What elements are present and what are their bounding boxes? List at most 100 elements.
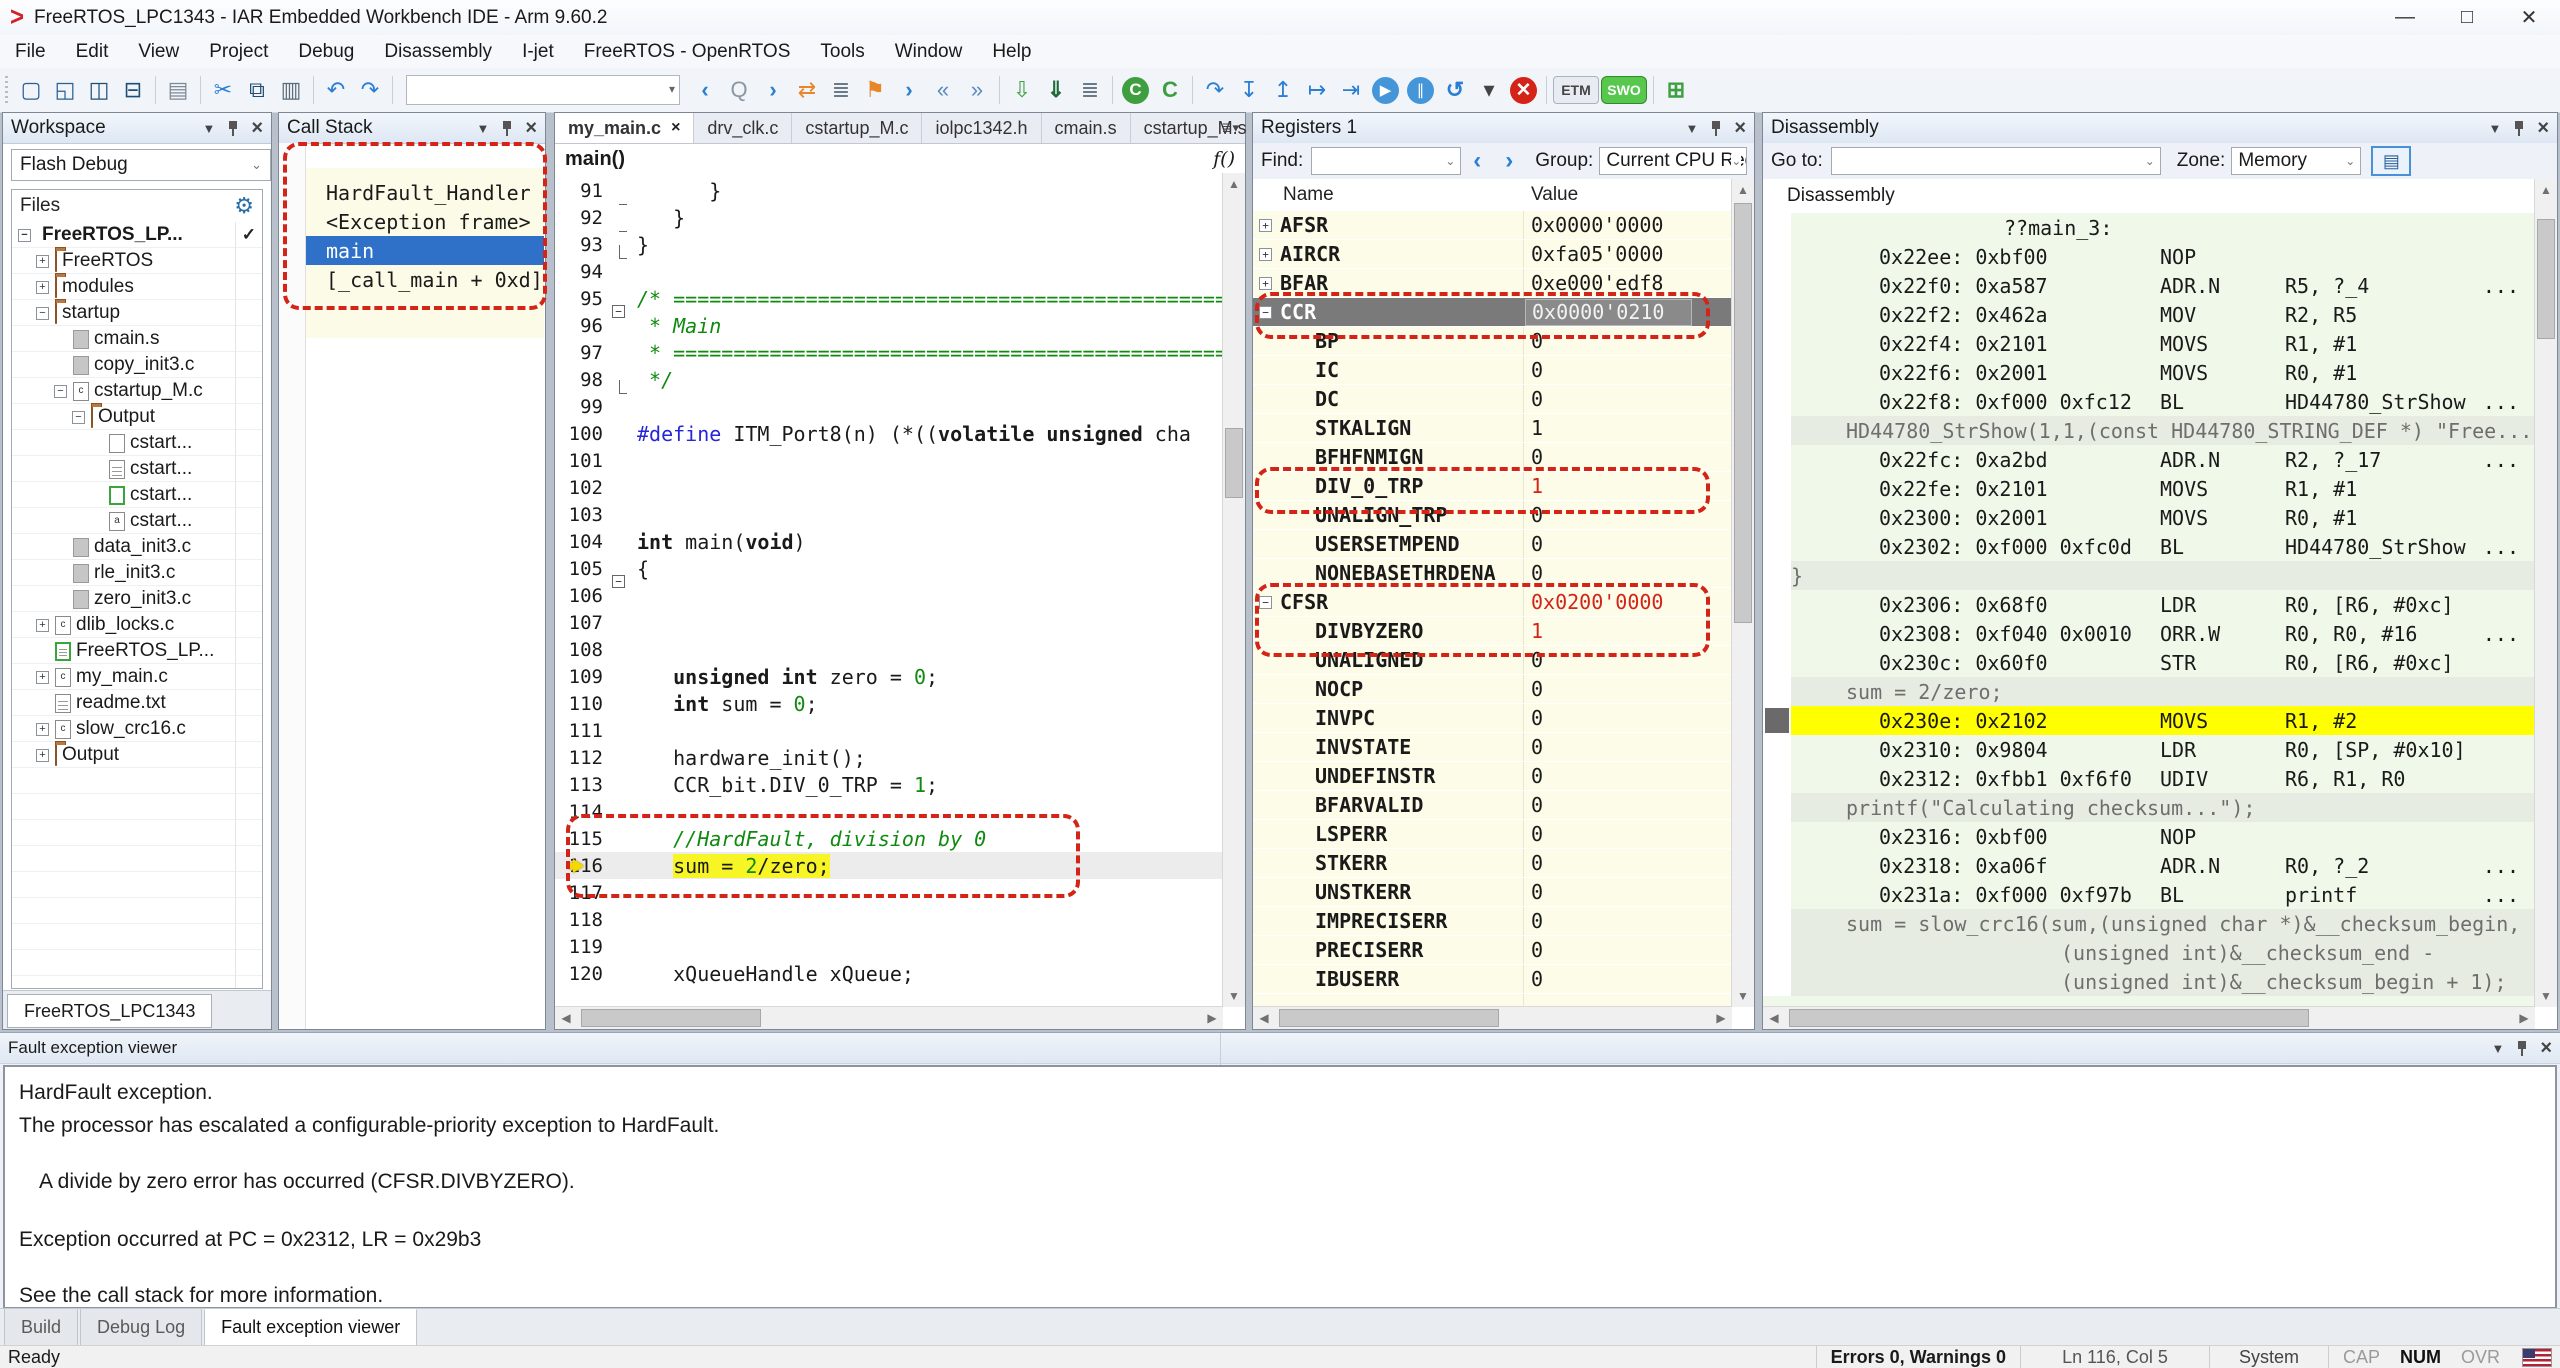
tree-item-readme-txt[interactable]: readme.txt	[12, 690, 262, 716]
panel-menu-icon[interactable]: ▼	[202, 121, 215, 136]
editor-tab-cstartup-m-c[interactable]: cstartup_M.c	[792, 113, 922, 143]
menu-item-freertos-openrtos[interactable]: FreeRTOS - OpenRTOS	[569, 35, 806, 68]
code-line-118[interactable]: 118	[555, 906, 1223, 933]
collapse-icon[interactable]: −	[36, 307, 49, 320]
step-into-icon[interactable]: ↧	[1233, 74, 1265, 106]
disassembly-source-line[interactable]: sum = 2/zero;	[1763, 677, 2535, 706]
find-next-icon[interactable]: ›	[1493, 147, 1525, 175]
run-to-cursor-icon[interactable]: ⇥	[1335, 74, 1367, 106]
code-line-95[interactable]: 95−/* ==================================…	[555, 285, 1223, 312]
code-line-103[interactable]: 103	[555, 501, 1223, 528]
disassembly-instruction[interactable]: 0x22fc: 0xa2bdADR.NR2, ?_17...	[1763, 445, 2535, 474]
scroll-down-icon[interactable]: ▼	[1223, 985, 1245, 1007]
mixed-mode-button[interactable]: ▤	[2371, 146, 2411, 176]
register-row-bfhfnmign[interactable]: BFHFNMIGN0	[1253, 443, 1732, 472]
scroll-down-icon[interactable]: ▼	[1732, 985, 1754, 1007]
power-log-icon[interactable]: ⊞	[1660, 74, 1692, 106]
register-row-bfar[interactable]: +BFAR0xe000'edf8	[1253, 269, 1732, 298]
register-row-bp[interactable]: BP0	[1253, 327, 1732, 356]
next-bookmark-icon[interactable]: ›	[893, 74, 925, 106]
editor-vertical-scrollbar[interactable]: ▲ ▼	[1222, 173, 1245, 1007]
tree-item-my-main-c[interactable]: +cmy_main.c	[12, 664, 262, 690]
collapse-icon[interactable]: −	[72, 411, 85, 424]
register-row-preciserr[interactable]: PRECISERR0	[1253, 936, 1732, 965]
scrollbar-thumb[interactable]	[581, 1009, 761, 1027]
tree-item-data-init3-c[interactable]: data_init3.c	[12, 534, 262, 560]
disassembly-instruction[interactable]: 0x22f0: 0xa587ADR.NR5, ?_4...	[1763, 271, 2535, 300]
close-icon[interactable]: ×	[1734, 117, 1746, 140]
register-row-stkalign[interactable]: STKALIGN1	[1253, 414, 1732, 443]
code-line-111[interactable]: 111	[555, 717, 1223, 744]
function-select-icon[interactable]: f()	[1213, 148, 1235, 170]
disassembly-list[interactable]: ??main_3:0x22ee: 0xbf00NOP0x22f0: 0xa587…	[1763, 213, 2535, 1007]
expand-icon[interactable]: +	[36, 255, 49, 268]
debug-log-icon[interactable]: ≣	[1074, 74, 1106, 106]
disassembly-instruction[interactable]: 0x230c: 0x60f0STRR0, [R6, #0xc]	[1763, 648, 2535, 677]
tree-item-startup[interactable]: −startup	[12, 300, 262, 326]
panel-menu-icon[interactable]: ▼	[476, 121, 489, 136]
step-over-icon[interactable]: ↷	[1199, 74, 1231, 106]
find-input[interactable]: ⌄	[1311, 147, 1461, 175]
callstack-frame[interactable]: <Exception frame>	[306, 207, 544, 236]
disassembly-source-line[interactable]: }	[1763, 561, 2535, 590]
collapse-icon[interactable]: −	[1259, 596, 1272, 609]
scroll-left-icon[interactable]: ◀	[1253, 1007, 1275, 1029]
code-line-94[interactable]: 94	[555, 258, 1223, 285]
disassembly-instruction[interactable]: 0x22f8: 0xf000 0xfc12BLHD44780_StrShow..…	[1763, 387, 2535, 416]
menu-item-view[interactable]: View	[123, 35, 194, 68]
close-icon[interactable]: ×	[251, 117, 263, 140]
code-line-114[interactable]: 114	[555, 798, 1223, 825]
expand-icon[interactable]: +	[36, 749, 49, 762]
code-line-109[interactable]: 109 unsigned int zero = 0;	[555, 663, 1223, 690]
pin-icon[interactable]	[2516, 1040, 2528, 1056]
code-line-112[interactable]: 112 hardware_init();	[555, 744, 1223, 771]
code-line-116[interactable]: 116 sum = 2/zero;	[555, 852, 1223, 879]
expand-icon[interactable]: +	[1259, 277, 1272, 290]
scroll-right-icon[interactable]: ▶	[1710, 1007, 1732, 1029]
disassembly-horizontal-scrollbar[interactable]: ◀ ▶	[1763, 1006, 2535, 1029]
register-row-unalign_trp[interactable]: UNALIGN_TRP0	[1253, 501, 1732, 530]
editor-tab-drv-clk-c[interactable]: drv_clk.c	[694, 113, 792, 143]
nav-back-icon[interactable]: ‹	[689, 74, 721, 106]
callstack-frame[interactable]: [_call_main + 0xd]	[306, 265, 544, 294]
scroll-up-icon[interactable]: ▲	[1732, 179, 1754, 201]
zone-select[interactable]: Memory⌄	[2231, 147, 2361, 175]
open-file-icon[interactable]: ◱	[49, 74, 81, 106]
collapse-icon[interactable]: −	[54, 385, 67, 398]
code-line-120[interactable]: 120 xQueueHandle xQueue;	[555, 960, 1223, 987]
disassembly-instruction[interactable]: 0x2312: 0xfbb1 0xf6f0UDIVR6, R1, R0	[1763, 764, 2535, 793]
disassembly-instruction[interactable]: 0x2302: 0xf000 0xfc0dBLHD44780_StrShow..…	[1763, 532, 2535, 561]
scrollbar-thumb[interactable]	[1734, 203, 1752, 623]
disassembly-source-line[interactable]: HD44780_StrShow(1,1,(const HD44780_STRIN…	[1763, 416, 2535, 445]
disassembly-source-line[interactable]: printf("Calculating checksum...");	[1763, 793, 2535, 822]
disassembly-source-line[interactable]: (unsigned int)&__checksum_end -	[1763, 938, 2535, 967]
disassembly-instruction[interactable]: 0x22fe: 0x2101MOVSR1, #1	[1763, 474, 2535, 503]
code-line-106[interactable]: 106	[555, 582, 1223, 609]
register-row-nocp[interactable]: NOCP0	[1253, 675, 1732, 704]
group-select[interactable]: Current CPU Registers⌄	[1599, 147, 1747, 175]
register-row-nonebasethrdena[interactable]: NONEBASETHRDENA0	[1253, 559, 1732, 588]
minimize-button[interactable]: —	[2374, 0, 2436, 35]
new-file-icon[interactable]: ▢	[15, 74, 47, 106]
register-row-stkerr[interactable]: STKERR0	[1253, 849, 1732, 878]
paste-icon[interactable]: ▥	[275, 74, 307, 106]
code-line-100[interactable]: 100#define ITM_Port8(n) (*((volatile uns…	[555, 420, 1223, 447]
close-icon[interactable]: ×	[2540, 1037, 2552, 1060]
undo-icon[interactable]: ↶	[320, 74, 352, 106]
register-row-invpc[interactable]: INVPC0	[1253, 704, 1732, 733]
panel-menu-icon[interactable]: ▼	[1685, 121, 1698, 136]
scroll-right-icon[interactable]: ▶	[2513, 1007, 2535, 1029]
editor-tab-my-main-c[interactable]: my_main.c×	[555, 113, 694, 143]
menu-item-file[interactable]: File	[0, 35, 61, 68]
scrollbar-thumb[interactable]	[2537, 219, 2555, 339]
redo-icon[interactable]: ↷	[354, 74, 386, 106]
scrollbar-thumb[interactable]	[1225, 428, 1243, 498]
tree-item-dlib-locks-c[interactable]: +cdlib_locks.c	[12, 612, 262, 638]
editor-tab-cmain-s[interactable]: cmain.s	[1042, 113, 1131, 143]
scroll-left-icon[interactable]: ◀	[555, 1007, 577, 1029]
expand-icon[interactable]: +	[36, 723, 49, 736]
function-list-icon[interactable]: ≣	[825, 74, 857, 106]
code-line-105[interactable]: 105−{	[555, 555, 1223, 582]
scroll-up-icon[interactable]: ▲	[2535, 179, 2557, 201]
tree-item-cstart-[interactable]: cstart...	[12, 456, 262, 482]
